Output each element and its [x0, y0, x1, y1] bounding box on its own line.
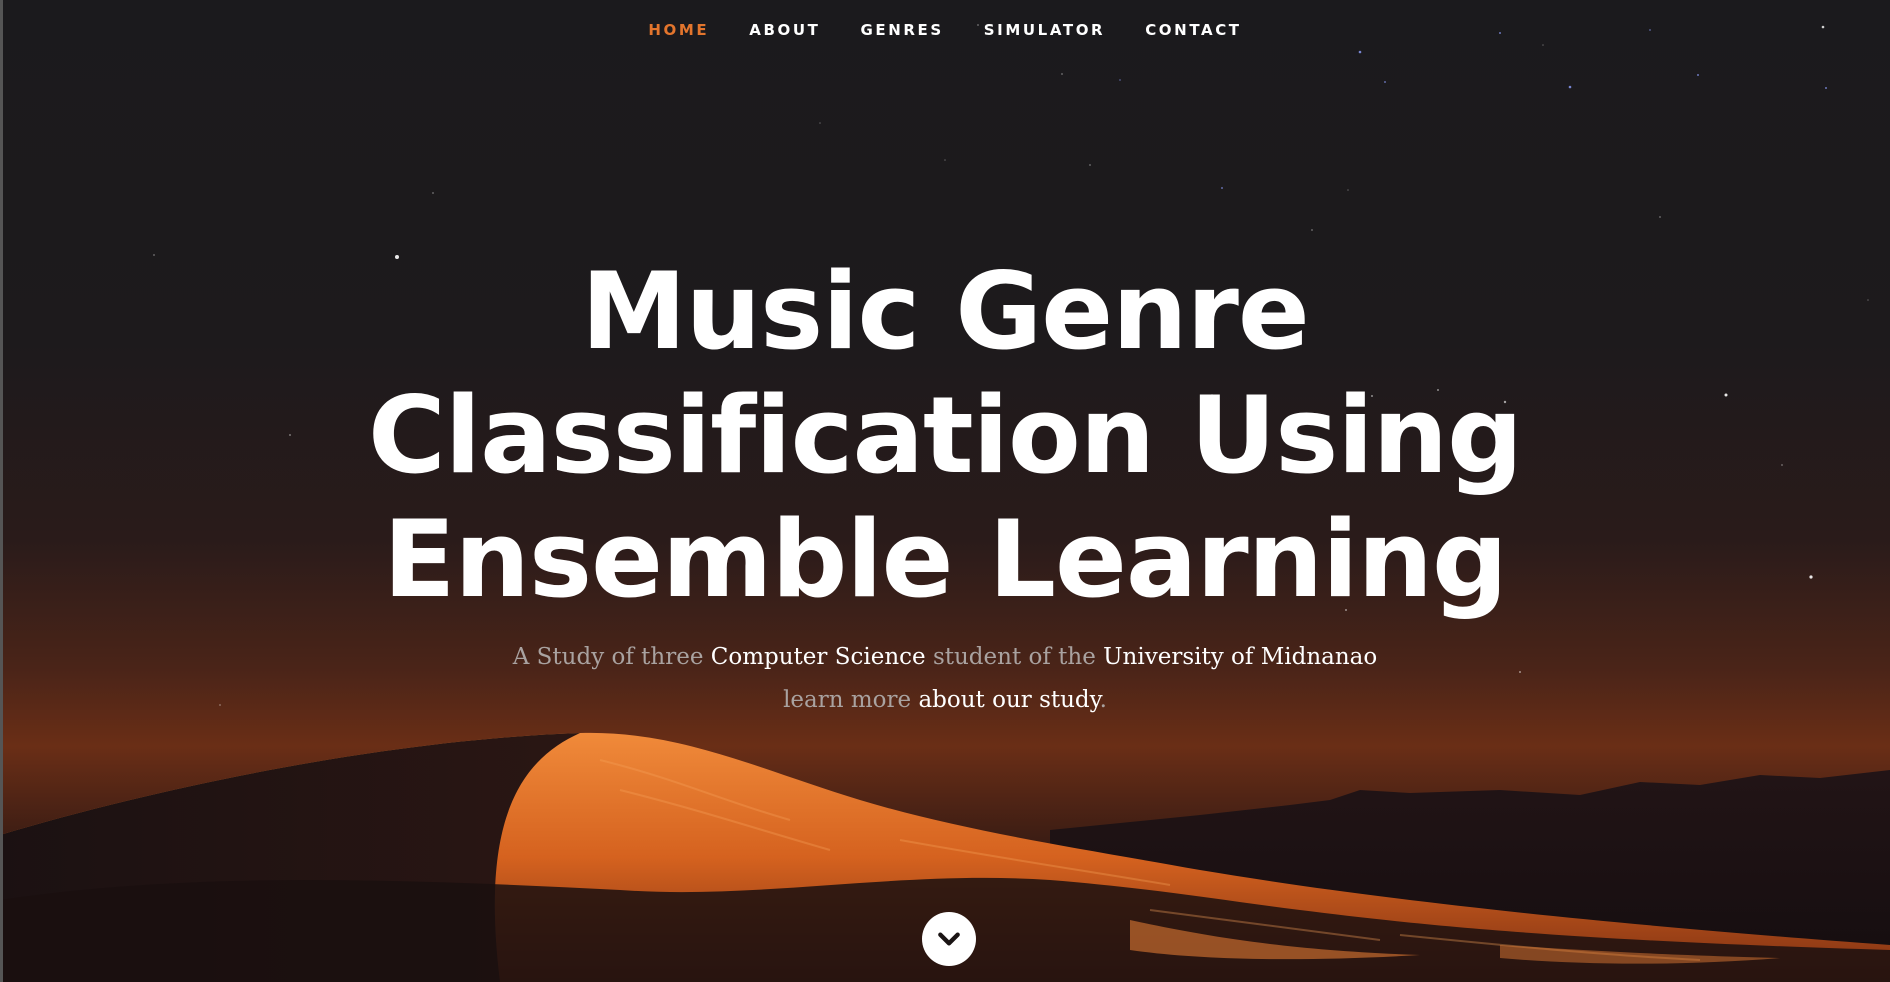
subtitle-text-2: student of the [925, 644, 1104, 670]
hero-title: Music Genre Classification Using Ensembl… [0, 250, 1890, 622]
subtitle-text-3: learn more [783, 687, 919, 713]
nav-item-contact[interactable]: CONTACT [1145, 21, 1241, 39]
hero-section: HOME ABOUT GENRES SIMULATOR CONTACT Musi… [0, 0, 1890, 982]
nav-item-simulator[interactable]: SIMULATOR [984, 21, 1105, 39]
main-nav: HOME ABOUT GENRES SIMULATOR CONTACT [0, 0, 1890, 60]
subtitle-text-4: . [1099, 687, 1107, 713]
subtitle-highlight-university: University of Midnanao [1103, 644, 1378, 670]
about-study-link[interactable]: about our study [918, 687, 1099, 713]
hero-title-line-3: Ensemble Learning [383, 498, 1508, 621]
scroll-down-button[interactable] [922, 912, 976, 966]
hero-title-line-2: Classification Using [367, 374, 1523, 497]
subtitle-highlight-computer-science: Computer Science [710, 644, 926, 670]
nav-item-home[interactable]: HOME [648, 21, 709, 39]
nav-item-genres[interactable]: GENRES [860, 21, 943, 39]
nav-item-about[interactable]: ABOUT [749, 21, 820, 39]
hero-subtitle: A Study of three Computer Science studen… [0, 636, 1890, 722]
subtitle-text-1: A Study of three [512, 644, 711, 670]
chevron-down-icon [938, 932, 960, 946]
hero-title-line-1: Music Genre [581, 250, 1310, 373]
